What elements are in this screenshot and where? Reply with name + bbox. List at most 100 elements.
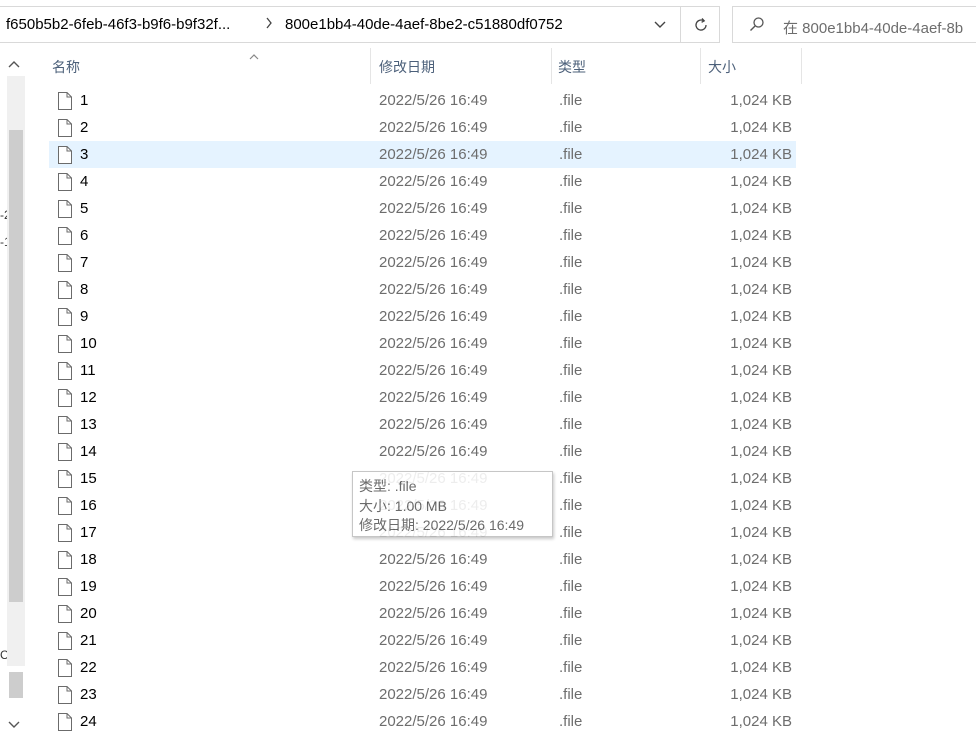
file-type: .file: [559, 497, 583, 514]
file-name: 9: [80, 308, 89, 325]
file-name: 24: [80, 713, 97, 730]
table-row[interactable]: 10 2022/5/26 16:49 .file 1,024 KB: [49, 330, 796, 357]
nav-scrollbar-thumb[interactable]: [9, 130, 23, 602]
breadcrumb-chevron-icon[interactable]: [265, 16, 273, 32]
table-row[interactable]: 22 2022/5/26 16:49 .file 1,024 KB: [49, 654, 796, 681]
tooltip-date: 修改日期: 2022/5/26 16:49: [359, 517, 524, 533]
file-size: 1,024 KB: [730, 443, 792, 460]
column-size-header[interactable]: 大小: [700, 48, 800, 84]
file-name: 19: [80, 578, 97, 595]
file-type: .file: [559, 362, 583, 379]
table-row[interactable]: 5 2022/5/26 16:49 .file 1,024 KB: [49, 195, 796, 222]
table-row[interactable]: 23 2022/5/26 16:49 .file 1,024 KB: [49, 681, 796, 708]
address-bar[interactable]: f650b5b2-6feb-46f3-b9f6-b9f32f... 800e1b…: [0, 6, 720, 43]
file-size: 1,024 KB: [730, 119, 792, 136]
file-icon: [57, 550, 73, 575]
file-type: .file: [559, 443, 583, 460]
file-size: 1,024 KB: [730, 335, 792, 352]
file-icon: [57, 145, 73, 170]
file-icon: [57, 361, 73, 386]
file-name: 2: [80, 119, 89, 136]
table-row[interactable]: 2 2022/5/26 16:49 .file 1,024 KB: [49, 114, 796, 141]
file-type: .file: [559, 389, 583, 406]
file-icon: [57, 388, 73, 413]
table-row[interactable]: 9 2022/5/26 16:49 .file 1,024 KB: [49, 303, 796, 330]
refresh-icon: [694, 17, 707, 31]
table-row[interactable]: 4 2022/5/26 16:49 .file 1,024 KB: [49, 168, 796, 195]
refresh-button[interactable]: [680, 7, 720, 42]
file-name: 4: [80, 173, 89, 190]
breadcrumb-parent[interactable]: f650b5b2-6feb-46f3-b9f6-b9f32f...: [6, 16, 230, 33]
column-type-header[interactable]: 类型: [550, 48, 700, 84]
table-row[interactable]: 6 2022/5/26 16:49 .file 1,024 KB: [49, 222, 796, 249]
tooltip-type: 类型: .file: [359, 478, 417, 494]
file-icon: [57, 253, 73, 278]
file-modified-date: 2022/5/26 16:49: [379, 146, 488, 163]
file-name: 1: [80, 92, 89, 109]
table-row[interactable]: 20 2022/5/26 16:49 .file 1,024 KB: [49, 600, 796, 627]
file-icon: [57, 307, 73, 332]
search-box[interactable]: 在 800e1bb4-40de-4aef-8b: [732, 6, 976, 43]
column-divider[interactable]: [801, 48, 802, 84]
file-modified-date: 2022/5/26 16:49: [379, 686, 488, 703]
file-modified-date: 2022/5/26 16:49: [379, 281, 488, 298]
file-modified-date: 2022/5/26 16:49: [379, 119, 488, 136]
table-row[interactable]: 14 2022/5/26 16:49 .file 1,024 KB: [49, 438, 796, 465]
file-name: 10: [80, 335, 97, 352]
file-type: .file: [559, 173, 583, 190]
file-name: 14: [80, 443, 97, 460]
file-type: .file: [559, 632, 583, 649]
file-modified-date: 2022/5/26 16:49: [379, 443, 488, 460]
file-modified-date: 2022/5/26 16:49: [379, 632, 488, 649]
file-type: .file: [559, 605, 583, 622]
breadcrumb-current[interactable]: 800e1bb4-40de-4aef-8be2-c51880df0752: [285, 16, 563, 33]
nav-scrollbar-thumb-lower[interactable]: [9, 672, 23, 698]
scroll-down-icon[interactable]: [8, 716, 20, 734]
file-icon: [57, 685, 73, 710]
file-type: .file: [559, 686, 583, 703]
file-type: .file: [559, 551, 583, 568]
file-modified-date: 2022/5/26 16:49: [379, 308, 488, 325]
file-name: 17: [80, 524, 97, 541]
column-date-header[interactable]: 修改日期: [371, 48, 551, 84]
file-modified-date: 2022/5/26 16:49: [379, 335, 488, 352]
file-size: 1,024 KB: [730, 686, 792, 703]
column-header: 名称 修改日期 类型 大小: [44, 48, 804, 84]
file-name: 11: [80, 362, 96, 379]
file-modified-date: 2022/5/26 16:49: [379, 659, 488, 676]
file-icon: [57, 631, 73, 656]
file-type: .file: [559, 524, 583, 541]
file-icon: [57, 280, 73, 305]
table-row[interactable]: 12 2022/5/26 16:49 .file 1,024 KB: [49, 384, 796, 411]
table-row[interactable]: 8 2022/5/26 16:49 .file 1,024 KB: [49, 276, 796, 303]
file-modified-date: 2022/5/26 16:49: [379, 362, 488, 379]
table-row[interactable]: 21 2022/5/26 16:49 .file 1,024 KB: [49, 627, 796, 654]
table-row[interactable]: 7 2022/5/26 16:49 .file 1,024 KB: [49, 249, 796, 276]
column-name-header[interactable]: 名称: [44, 48, 370, 84]
table-row[interactable]: 1 2022/5/26 16:49 .file 1,024 KB: [49, 87, 796, 114]
table-row[interactable]: 11 2022/5/26 16:49 .file 1,024 KB: [49, 357, 796, 384]
file-name: 8: [80, 281, 89, 298]
table-row[interactable]: 3 2022/5/26 16:49 .file 1,024 KB: [49, 141, 796, 168]
address-dropdown-button[interactable]: [640, 7, 680, 42]
file-modified-date: 2022/5/26 16:49: [379, 578, 488, 595]
scroll-up-icon[interactable]: [8, 55, 20, 73]
table-row[interactable]: 18 2022/5/26 16:49 .file 1,024 KB: [49, 546, 796, 573]
search-input[interactable]: 在 800e1bb4-40de-4aef-8b: [783, 17, 963, 38]
file-name: 7: [80, 254, 89, 271]
file-size: 1,024 KB: [730, 524, 792, 541]
file-name: 21: [80, 632, 97, 649]
file-type: .file: [559, 578, 583, 595]
file-icon: [57, 199, 73, 224]
file-size: 1,024 KB: [730, 713, 792, 730]
table-row[interactable]: 24 2022/5/26 16:49 .file 1,024 KB: [49, 708, 796, 735]
file-modified-date: 2022/5/26 16:49: [379, 92, 488, 109]
file-modified-date: 2022/5/26 16:49: [379, 254, 488, 271]
file-modified-date: 2022/5/26 16:49: [379, 389, 488, 406]
table-row[interactable]: 13 2022/5/26 16:49 .file 1,024 KB: [49, 411, 796, 438]
file-icon: [57, 469, 73, 494]
file-size: 1,024 KB: [730, 578, 792, 595]
file-modified-date: 2022/5/26 16:49: [379, 605, 488, 622]
table-row[interactable]: 19 2022/5/26 16:49 .file 1,024 KB: [49, 573, 796, 600]
file-type: .file: [559, 470, 583, 487]
